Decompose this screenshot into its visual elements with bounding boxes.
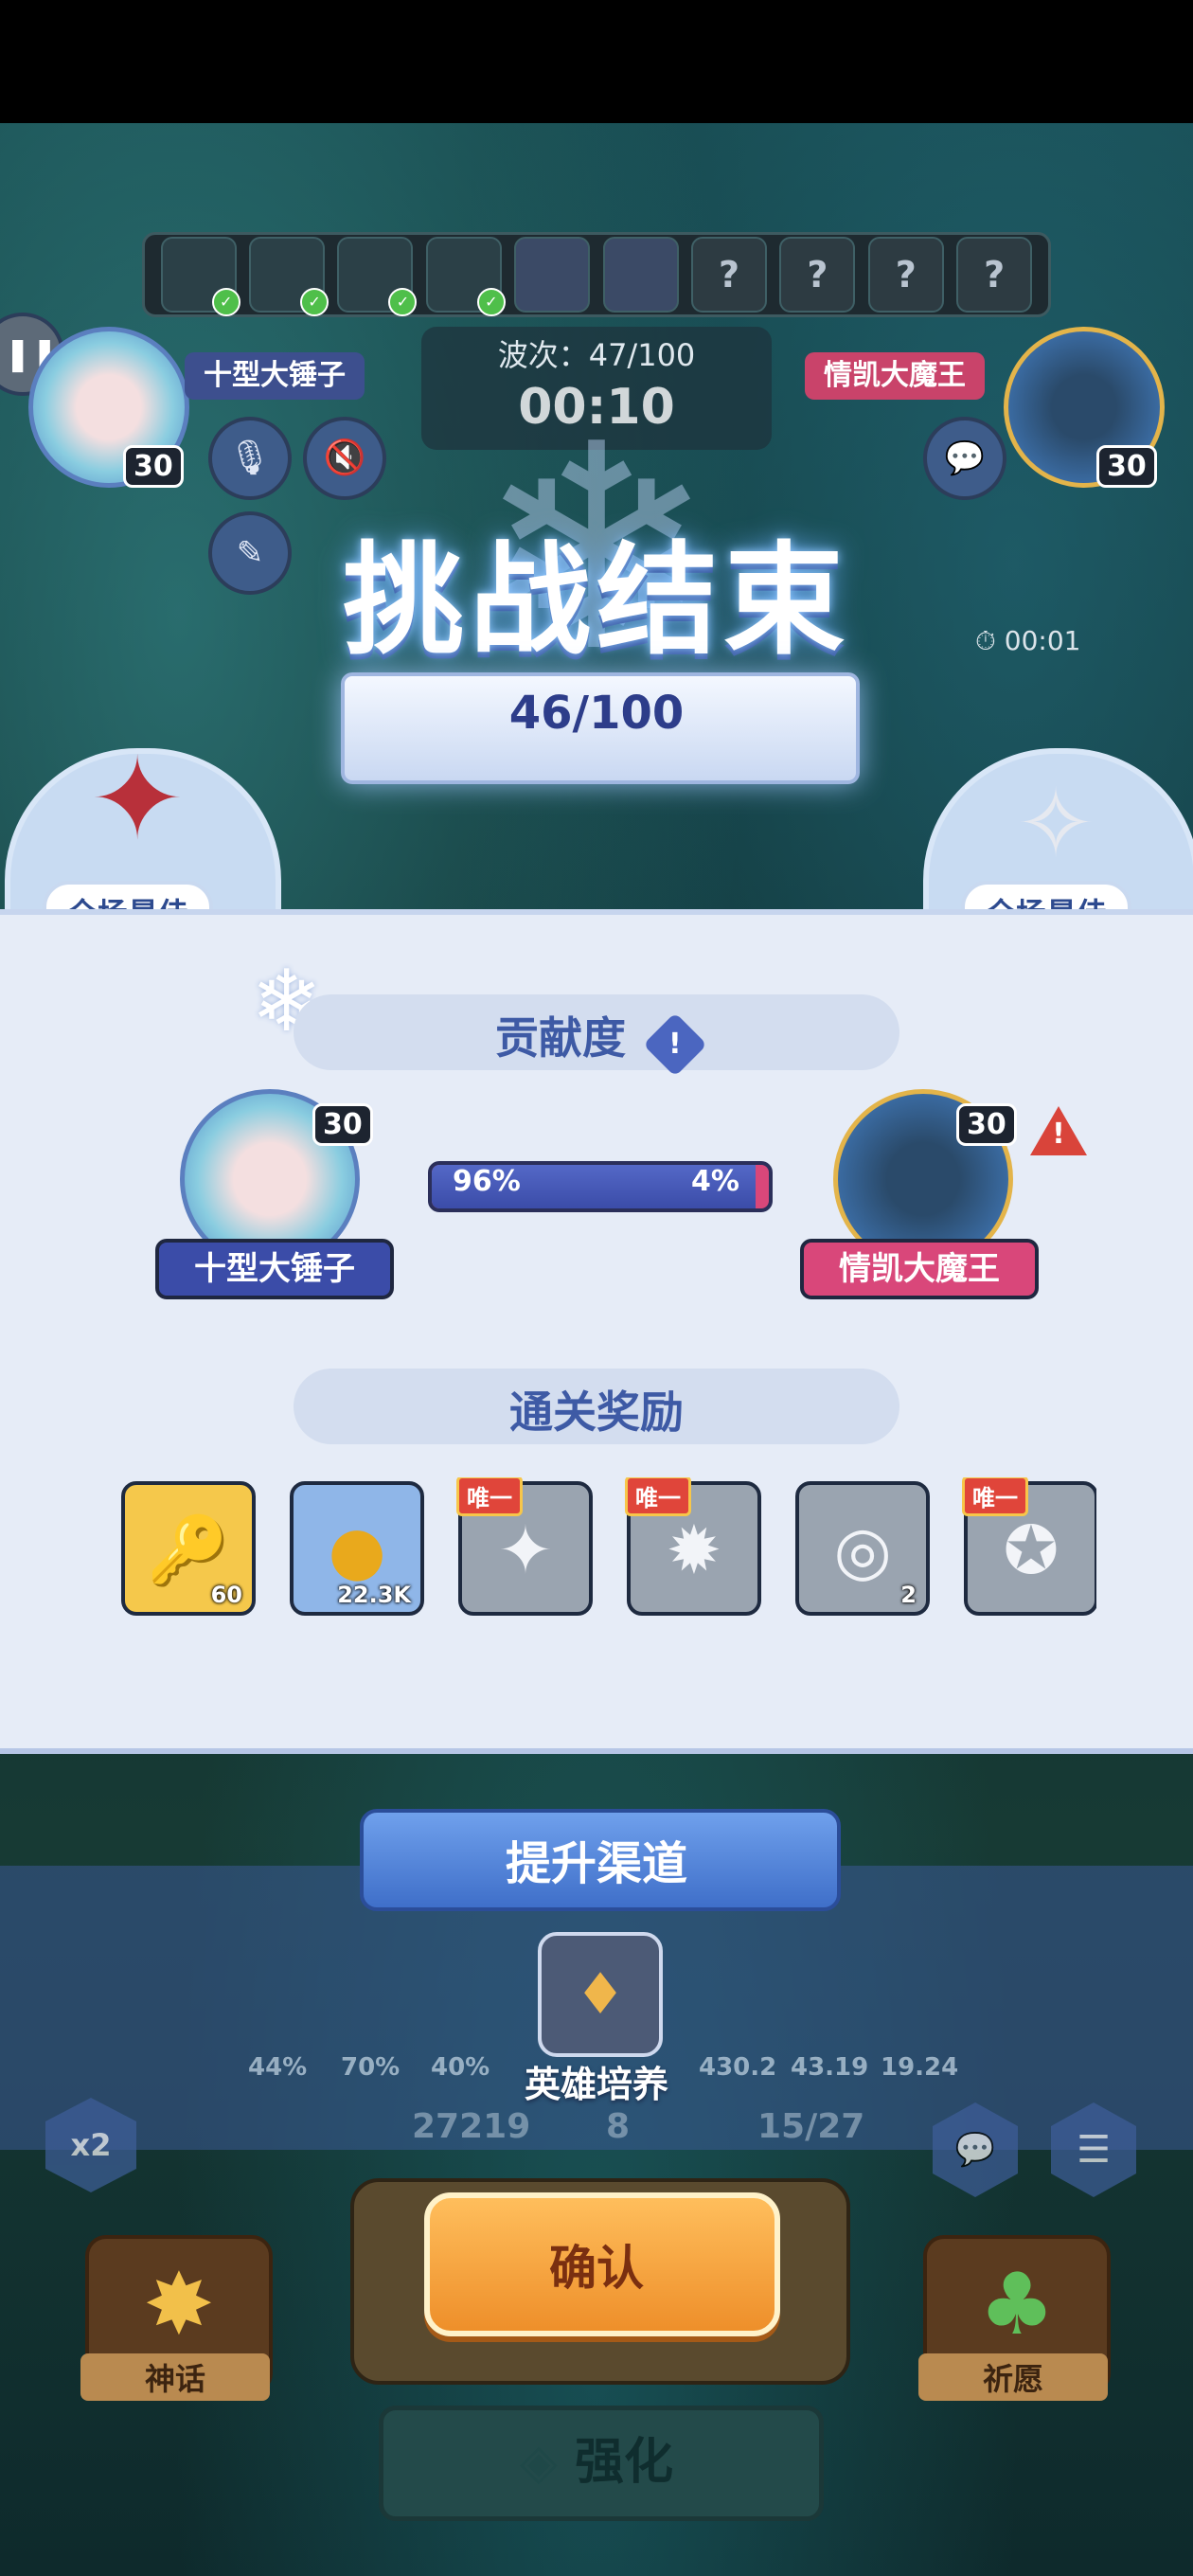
wish-label: 祈愿 xyxy=(918,2353,1108,2401)
speaker-button[interactable]: 🔇 xyxy=(303,417,386,500)
challenge-end-title: 挑战结束 xyxy=(342,530,850,671)
question-icon: ? xyxy=(807,254,828,295)
player-left-level: 30 xyxy=(123,445,184,488)
upgrade-icon: ◈ xyxy=(519,2434,558,2491)
promote-channel-title: 提升渠道 xyxy=(505,1837,687,1890)
reward-quantity: 2 xyxy=(900,1582,917,1608)
warning-mark: ! xyxy=(1052,1118,1065,1151)
check-icon: ✓ xyxy=(211,288,240,316)
chat-bubble-icon: 💬 xyxy=(944,439,986,477)
chat-button[interactable]: 💬 xyxy=(923,417,1006,500)
bg-stat: 70% xyxy=(341,2053,401,2082)
reward-item[interactable]: ✹ 唯一 xyxy=(625,1477,761,1616)
reward-item[interactable]: ✪ 唯一 xyxy=(962,1477,1096,1616)
bg-counter: 15/27 xyxy=(757,2107,865,2146)
hero-slot-5 xyxy=(514,237,591,313)
microphone-button[interactable]: 🎙 xyxy=(208,417,292,500)
bg-stat: 43.19 xyxy=(791,2053,869,2082)
wave-counter: 波次：47/100 xyxy=(497,337,696,373)
hero-slot-unknown: ? xyxy=(779,237,856,313)
microphone-icon: 🎙 xyxy=(228,438,272,477)
hero-slot-4: ✓ xyxy=(425,237,506,316)
rewards-title: 通关奖励 xyxy=(509,1386,684,1438)
question-icon: ? xyxy=(984,254,1006,295)
reward-item[interactable]: 🔑 60 xyxy=(121,1481,256,1616)
contrib-left-name: 十型大锤子 xyxy=(155,1239,394,1299)
reward-quantity: 60 xyxy=(210,1582,242,1608)
question-icon: ? xyxy=(719,254,740,295)
reward-item[interactable]: ✦ 唯一 xyxy=(456,1477,593,1616)
hero-slot-unknown: ? xyxy=(691,237,768,313)
check-icon: ✓ xyxy=(300,288,329,316)
myth-emblem-icon: ✸ xyxy=(143,2255,215,2354)
rewards-list[interactable]: 🔑 60 ● 22.3K ✦ 唯一 ✹ 唯一 ◎ 2 ✪ 唯一 xyxy=(121,1477,1096,1619)
check-icon: ✓ xyxy=(476,288,506,316)
unique-badge: 唯一 xyxy=(456,1477,523,1516)
contrib-right-percent: 4% xyxy=(691,1165,739,1198)
contrib-right-level: 30 xyxy=(956,1103,1017,1146)
score-value: 46/100 xyxy=(508,687,685,740)
question-icon: ? xyxy=(895,254,917,295)
unique-badge: 唯一 xyxy=(625,1477,691,1516)
bg-stat: 19.24 xyxy=(881,2053,959,2082)
hero-slot-6 xyxy=(602,237,679,313)
myth-label: 神话 xyxy=(80,2353,270,2401)
confirm-label: 确认 xyxy=(549,2241,644,2296)
check-icon: ✓ xyxy=(388,288,418,316)
bg-stat: 44% xyxy=(248,2053,308,2082)
bg-counter: 27219 xyxy=(412,2107,531,2146)
hero-training-button[interactable]: ♦ xyxy=(538,1932,663,2057)
bg-counter: 8 xyxy=(606,2107,631,2146)
hero-slot-unknown: ? xyxy=(956,237,1033,313)
hero-slot-2: ✓ xyxy=(249,237,329,316)
player-left-name: 十型大锤子 xyxy=(185,352,365,400)
contrib-right-name: 情凯大魔王 xyxy=(800,1239,1039,1299)
reward-item[interactable]: ● 22.3K xyxy=(290,1481,424,1616)
reward-item[interactable]: ◎ 2 xyxy=(795,1481,930,1616)
status-bar xyxy=(0,0,1193,123)
contrib-left-percent: 96% xyxy=(453,1165,521,1198)
hero-slot-unknown: ? xyxy=(867,237,944,313)
contrib-left-level: 30 xyxy=(312,1103,373,1146)
upgrade-label: ◈ 强化 xyxy=(519,2434,674,2491)
reward-quantity: 22.3K xyxy=(337,1582,411,1608)
hero-training-label: 英雄培养 xyxy=(524,2064,668,2105)
player-right-level: 30 xyxy=(1096,445,1157,488)
speaker-muted-icon: 🔇 xyxy=(323,438,366,477)
hero-progress-strip: ✓ ✓ ✓ ✓ ? ? ? ? xyxy=(142,232,1051,317)
player-right-name: 情凯大魔王 xyxy=(805,352,985,400)
info-icon[interactable]: ! xyxy=(643,1012,707,1077)
hero-slot-3: ✓ xyxy=(337,237,418,316)
contribution-title: 贡献度 ! xyxy=(294,1004,899,1077)
clover-icon: ♣ xyxy=(978,2255,1056,2354)
hero-card-icon: ♦ xyxy=(575,1961,626,2028)
mvp-right-hero-icon: ✧ xyxy=(1016,768,1095,879)
unique-badge: 唯一 xyxy=(962,1477,1028,1516)
mvp-left-hero-icon: ✦ xyxy=(89,734,186,866)
hero-slot-1: ✓ xyxy=(160,237,240,316)
